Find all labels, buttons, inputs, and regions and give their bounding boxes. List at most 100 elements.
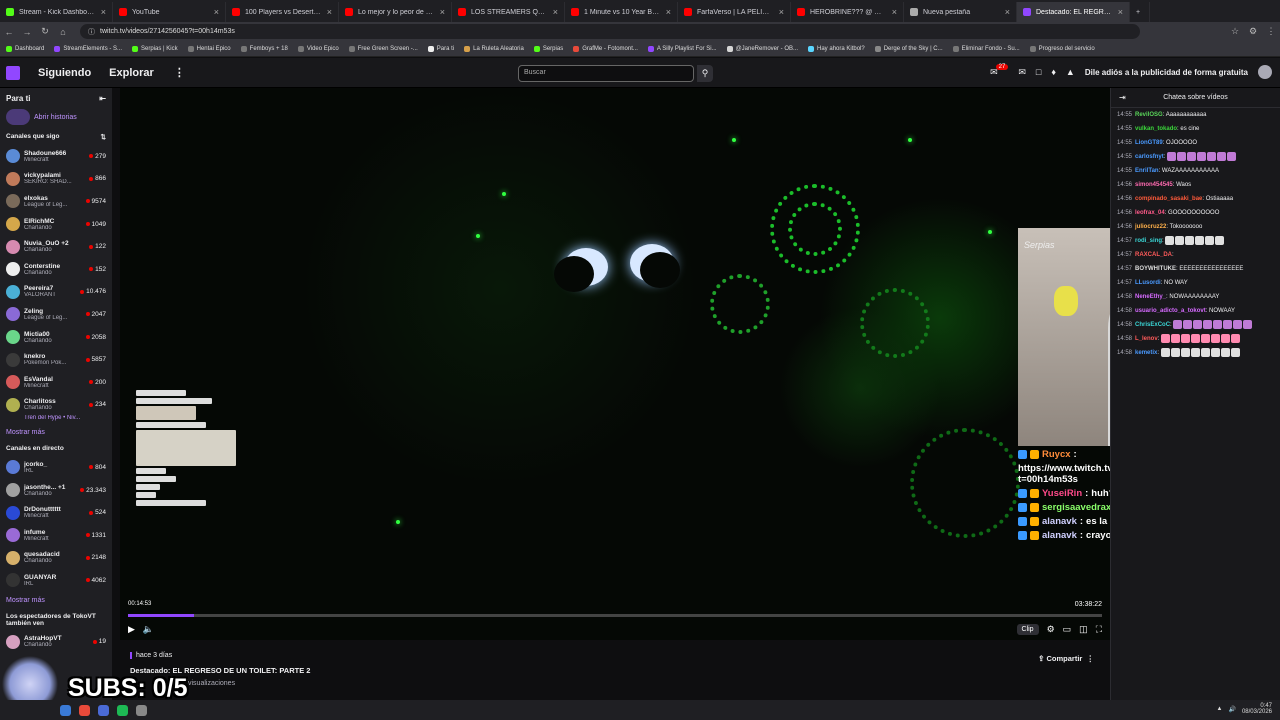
browser-tab[interactable]: Lo mejor y lo peor de 2025 #... × — [339, 2, 452, 22]
chat-username[interactable]: simon454545 — [1135, 182, 1173, 188]
browser-tab[interactable]: 1 Minute vs 10 Year Build Ch... × — [565, 2, 678, 22]
ad-free-button[interactable]: Dile adiós a la publicidad de forma grat… — [1085, 68, 1248, 77]
sort-icon[interactable]: ⇅ — [101, 133, 106, 141]
bookmark-item[interactable]: Derge of the Sky | C... — [874, 45, 943, 52]
bookmark-item[interactable]: Video Epico — [297, 45, 339, 52]
chat-message[interactable]: 14:55 EnrilTan: WAZAAAAAAAAAAA — [1111, 164, 1280, 178]
bookmark-item[interactable]: Eliminar Fondo - Su... — [952, 45, 1020, 52]
obs-icon[interactable] — [136, 704, 147, 716]
user-avatar[interactable] — [1258, 65, 1272, 79]
chat-message[interactable]: 14:58 NeneEthy_: NOWAAAAAAAAY — [1111, 290, 1280, 304]
close-tab-icon[interactable]: × — [1118, 7, 1123, 17]
chat-username[interactable]: ChrisExCoC — [1135, 322, 1170, 328]
live-channel-item[interactable]: jasonthe... +1 Charlando 23.343 — [0, 479, 112, 502]
chat-message[interactable]: 14:58 usuario_adicto_a_tokovt: NOWAAY — [1111, 304, 1280, 318]
bookmark-item[interactable]: Hay ahora Kitbol? — [808, 45, 865, 52]
close-tab-icon[interactable]: × — [779, 7, 784, 17]
bookmark-item[interactable]: A Silly Playlist For Si... — [647, 45, 717, 52]
new-tab-icon[interactable]: + — [1130, 2, 1150, 22]
url-field[interactable]: ⓘ twitch.tv/videos/2714256045?t=00h14m53… — [80, 24, 1140, 39]
live-channel-item[interactable]: infume Minecraft 1331 — [0, 524, 112, 547]
settings-icon[interactable]: ⚙ — [1047, 624, 1055, 635]
chat-message[interactable]: 14:57 rodi_sing: — [1111, 234, 1280, 248]
followed-channel-item[interactable]: knekro Pokémon Pok... 5857 — [0, 348, 112, 371]
browser-tab[interactable]: Nueva pestaña × — [904, 2, 1017, 22]
live-channel-item[interactable]: GUANYAR IRL 4062 — [0, 569, 112, 592]
clip-button[interactable]: Clip — [1016, 623, 1039, 635]
theatre-mode-icon[interactable]: ▭ — [1063, 624, 1072, 635]
followed-channel-item[interactable]: Peereira7 VALORANT 10.476 — [0, 281, 112, 304]
chat-message[interactable]: 14:55 vulkan_tokado: es cine — [1111, 122, 1280, 136]
chat-username[interactable]: juliocruz22 — [1135, 224, 1166, 230]
collapse-sidebar-icon[interactable]: ⇤ — [99, 94, 106, 103]
chat-message[interactable]: 14:57 BOYWHITUKE: EEEEEEEEEEEEEEEE — [1111, 262, 1280, 276]
bookmark-item[interactable]: Femboys + 18 — [240, 45, 288, 52]
bookmark-item[interactable]: Hentai Epico — [187, 45, 231, 52]
speaker-icon[interactable]: 🔊 — [1228, 706, 1235, 713]
close-tab-icon[interactable]: × — [1005, 7, 1010, 17]
followed-channel-item[interactable]: Mictia00 Charlando 2058 — [0, 326, 112, 349]
bookmark-star-icon[interactable]: ☆ — [1226, 26, 1244, 37]
bookmark-item[interactable]: Free Green Screen -... — [348, 45, 418, 52]
search-icon[interactable]: ⚲ — [697, 65, 713, 82]
chat-message[interactable]: 14:56 compinado_sasaki_bae: Ostiaaaaa — [1111, 192, 1280, 206]
home-icon[interactable]: ⌂ — [54, 27, 72, 37]
forward-icon[interactable]: → — [18, 27, 36, 37]
show-more-live[interactable]: Mostrar más — [0, 592, 112, 609]
chat-message[interactable]: 14:58 ChrisExCoC: — [1111, 318, 1280, 332]
live-channel-item[interactable]: DrDonutttttt Minecraft 524 — [0, 501, 112, 524]
chat-message[interactable]: 14:57 LLusordi: NO WAY — [1111, 276, 1280, 290]
close-tab-icon[interactable]: × — [553, 7, 558, 17]
chat-username[interactable]: carlosfnyt — [1135, 154, 1164, 160]
chat-username[interactable]: kemetix — [1135, 350, 1157, 356]
chat-username[interactable]: usuario_adicto_a_tokovt — [1135, 308, 1206, 314]
explore-link[interactable]: Explorar — [109, 67, 154, 79]
chat-username[interactable]: L_lenov — [1135, 336, 1158, 342]
chat-message[interactable]: 14:56 leofrax_04: GOOOOOOOOOO — [1111, 206, 1280, 220]
show-more-followed[interactable]: Mostrar más — [0, 424, 112, 441]
bookmark-item[interactable]: Serpias | Kick — [132, 45, 178, 52]
popout-icon[interactable]: ◫ — [1079, 624, 1088, 635]
bookmark-item[interactable]: La Ruleta Aleatoria — [464, 45, 524, 52]
browser-tab[interactable]: Stream - Kick Dashboard × — [0, 2, 113, 22]
followed-channel-item[interactable]: Zeling League of Leg... 2047 — [0, 303, 112, 326]
bookmark-item[interactable]: Serpias — [533, 45, 563, 52]
explorer-icon[interactable] — [60, 704, 71, 716]
collapse-chat-icon[interactable]: ⇥ — [1119, 93, 1126, 102]
followed-channel-item[interactable]: ElRichMC Charlando 1049 — [0, 213, 112, 236]
drops-icon[interactable]: ♦ — [1051, 67, 1056, 77]
site-info-icon[interactable]: ⓘ — [88, 27, 95, 37]
wifi-icon[interactable]: ▲ — [1217, 706, 1223, 712]
chat-username[interactable]: NeneEthy_ — [1135, 294, 1166, 300]
browser-tab[interactable]: FarfaVerso | LA PELÍCULA CO... × — [678, 2, 791, 22]
chat-message[interactable]: 14:58 L_lenov: — [1111, 332, 1280, 346]
browser-tab[interactable]: LOS STREAMERS QUE ODIAN... × — [452, 2, 565, 22]
twitch-logo-icon[interactable] — [6, 65, 20, 80]
more-menu-icon[interactable]: ⋮ — [174, 66, 185, 79]
chat-username[interactable]: rodi_sing — [1135, 238, 1162, 244]
date[interactable]: 08/03/2026 — [1242, 709, 1272, 715]
chat-message[interactable]: 14:55 carlosfnyt: — [1111, 150, 1280, 164]
menu-icon[interactable]: ⋮ — [1262, 26, 1280, 37]
chat-message[interactable]: 14:55 RevilOSG: Aaaaaaaaaaaa — [1111, 108, 1280, 122]
browser-tab[interactable]: Destacado: EL REGRESO DE... × — [1017, 2, 1130, 22]
chat-message[interactable]: 14:58 kemetix: — [1111, 346, 1280, 360]
followed-channel-item[interactable]: Conterstine Charlando 152 — [0, 258, 112, 281]
video-player[interactable]: Serpias Ruycx: https://www.twitch.tv/vide… — [120, 88, 1110, 640]
close-tab-icon[interactable]: × — [666, 7, 671, 17]
chrome-icon[interactable] — [79, 704, 90, 716]
followed-channel-item[interactable]: Nuvia_OuO +2 Charlando 122 — [0, 235, 112, 258]
stories-button[interactable]: Abrir historias — [0, 109, 112, 131]
volume-icon[interactable]: 🔈 — [143, 624, 154, 635]
browser-tab[interactable]: YouTube × — [113, 2, 226, 22]
fullscreen-icon[interactable]: ⛶ — [1096, 624, 1102, 635]
chat-username[interactable]: RevilOSG — [1135, 112, 1163, 118]
suggested-channel-item[interactable]: AstraHopVT Charlando 19 — [0, 631, 112, 654]
inbox-icon[interactable]: ✉ — [1018, 67, 1026, 78]
chat-username[interactable]: RAXCAL_DA — [1135, 252, 1172, 258]
live-channel-item[interactable]: quesadacid Charlando 2148 — [0, 547, 112, 570]
chat-username[interactable]: LionGT89 — [1135, 140, 1163, 146]
close-tab-icon[interactable]: × — [327, 7, 332, 17]
followed-channel-item[interactable]: Shadoune666 Minecraft 279 — [0, 145, 112, 168]
seek-bar[interactable] — [128, 614, 1102, 617]
